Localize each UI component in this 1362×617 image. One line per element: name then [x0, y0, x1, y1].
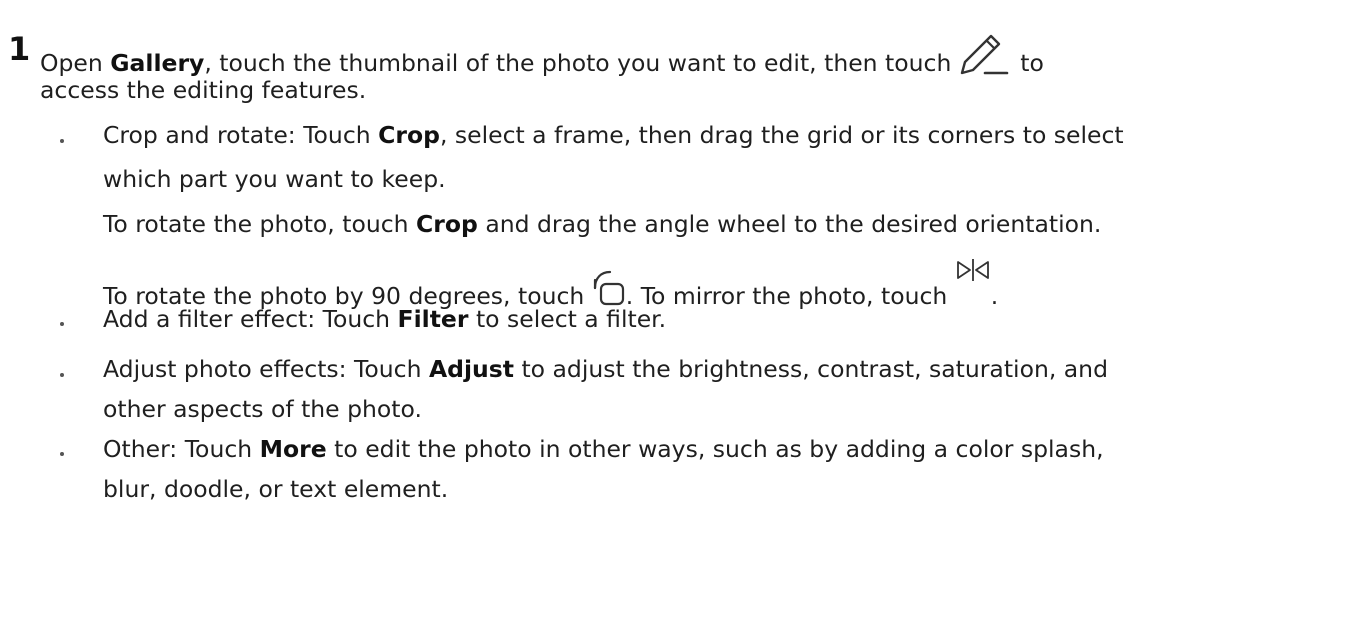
step-number: 1 [8, 30, 31, 68]
other-line-2: blur, doodle, or text element. [103, 475, 449, 503]
bullet-dot [60, 373, 64, 377]
mirror-text: . To mirror the photo, touch [625, 282, 955, 310]
filter-label: Filter [397, 305, 469, 333]
crop-rotate-text-c: and drag the angle wheel to the desired … [477, 210, 1102, 238]
other-text-a: Other: Touch [103, 435, 260, 463]
filter-text-c: to select a filter. [468, 305, 667, 333]
filter-text-a: Add a filter effect: Touch [103, 305, 398, 333]
crop-label: Crop [378, 121, 440, 149]
crop-line-1: Crop and rotate: Touch Crop, select a fr… [103, 118, 1124, 152]
pencil-icon [959, 33, 1013, 80]
bullet-dot [60, 139, 64, 143]
filter-line: Add a filter effect: Touch Filter to sel… [103, 302, 666, 336]
crop-label-2: Crop [416, 210, 478, 238]
bullet-dot [60, 322, 64, 326]
other-text-c: to edit the photo in other ways, such as… [326, 435, 1104, 463]
bullet-dot [60, 452, 64, 456]
adjust-text-c: to adjust the brightness, contrast, satu… [514, 355, 1108, 383]
mirror-icon [955, 258, 991, 313]
mirror-period: . [990, 282, 999, 310]
other-line-1: Other: Touch More to edit the photo in o… [103, 432, 1104, 466]
intro-text-3: to [1012, 49, 1044, 77]
adjust-line-2: other aspects of the photo. [103, 395, 422, 423]
crop-text-c: , select a frame, then drag the grid or … [439, 121, 1124, 149]
crop-rotate-text-a: To rotate the photo, touch [103, 210, 417, 238]
adjust-text-a: Adjust photo effects: Touch [103, 355, 429, 383]
adjust-line-1: Adjust photo effects: Touch Adjust to ad… [103, 352, 1108, 386]
more-label: More [259, 435, 327, 463]
crop-line-2: which part you want to keep. [103, 165, 446, 193]
crop-line-3: To rotate the photo, touch Crop and drag… [103, 207, 1101, 241]
step-section: 1 Open Gallery, touch the thumbnail of t… [0, 0, 1362, 617]
crop-text-a: Crop and rotate: Touch [103, 121, 379, 149]
intro-line-2: access the editing features. [40, 76, 367, 104]
adjust-label: Adjust [428, 355, 514, 383]
